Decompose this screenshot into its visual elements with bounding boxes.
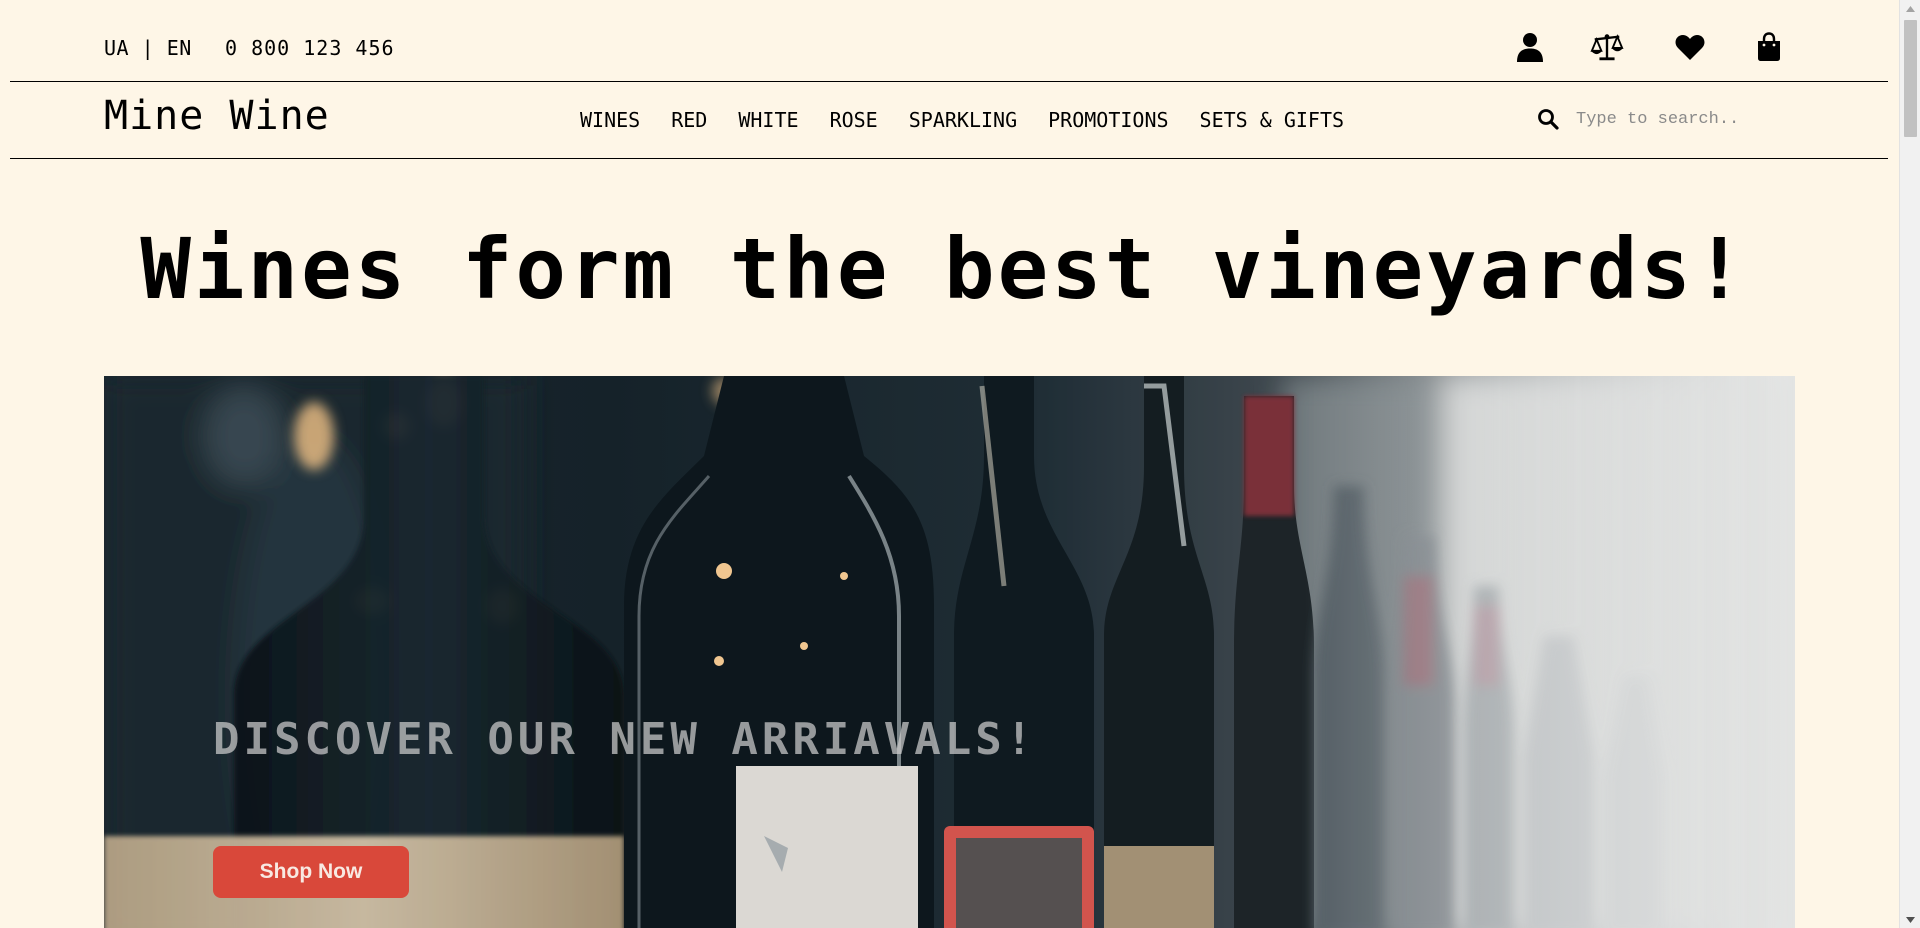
page-scrollbar[interactable] [1899, 0, 1920, 928]
nav-item-white[interactable]: WHITE [738, 108, 798, 132]
nav-item-sets-gifts[interactable]: SETS & GIFTS [1200, 108, 1345, 132]
main-nav: WINES RED WHITE ROSE SPARKLING PROMOTION… [580, 108, 1344, 132]
shopping-bag-icon[interactable] [1752, 30, 1786, 64]
nav-item-rose[interactable]: ROSE [830, 108, 878, 132]
shop-now-button[interactable]: Shop Now [213, 846, 409, 898]
top-bar: UA | EN 0 800 123 456 [0, 0, 1899, 82]
nav-item-wines[interactable]: WINES [580, 108, 640, 132]
site-logo[interactable]: Mine Wine [104, 92, 330, 140]
hero-banner: DISCOVER OUR NEW ARRIAVALS! Shop Now [104, 376, 1795, 928]
top-divider [10, 81, 1888, 82]
user-icon[interactable] [1513, 30, 1547, 64]
page-headline: Wines form the best vineyards! [140, 220, 1748, 318]
nav-item-promotions[interactable]: PROMOTIONS [1048, 108, 1168, 132]
scrollbar-thumb[interactable] [1904, 20, 1917, 137]
page: UA | EN 0 800 123 456 Mine Wine WINES RE… [0, 0, 1899, 928]
search-input[interactable] [1576, 105, 1776, 133]
nav-item-red[interactable]: RED [671, 108, 707, 132]
heart-icon[interactable] [1673, 30, 1707, 64]
nav-item-sparkling[interactable]: SPARKLING [909, 108, 1017, 132]
header-divider [10, 158, 1888, 159]
language-switcher[interactable]: UA | EN [104, 36, 192, 60]
hero-title: DISCOVER OUR NEW ARRIAVALS! [213, 714, 1037, 765]
scroll-up-arrow-icon[interactable] [1900, 0, 1920, 17]
search-bar [1536, 104, 1786, 134]
search-icon[interactable] [1536, 107, 1560, 131]
scroll-down-arrow-icon[interactable] [1900, 911, 1920, 928]
scales-icon[interactable] [1590, 30, 1624, 64]
phone-number[interactable]: 0 800 123 456 [225, 36, 395, 60]
